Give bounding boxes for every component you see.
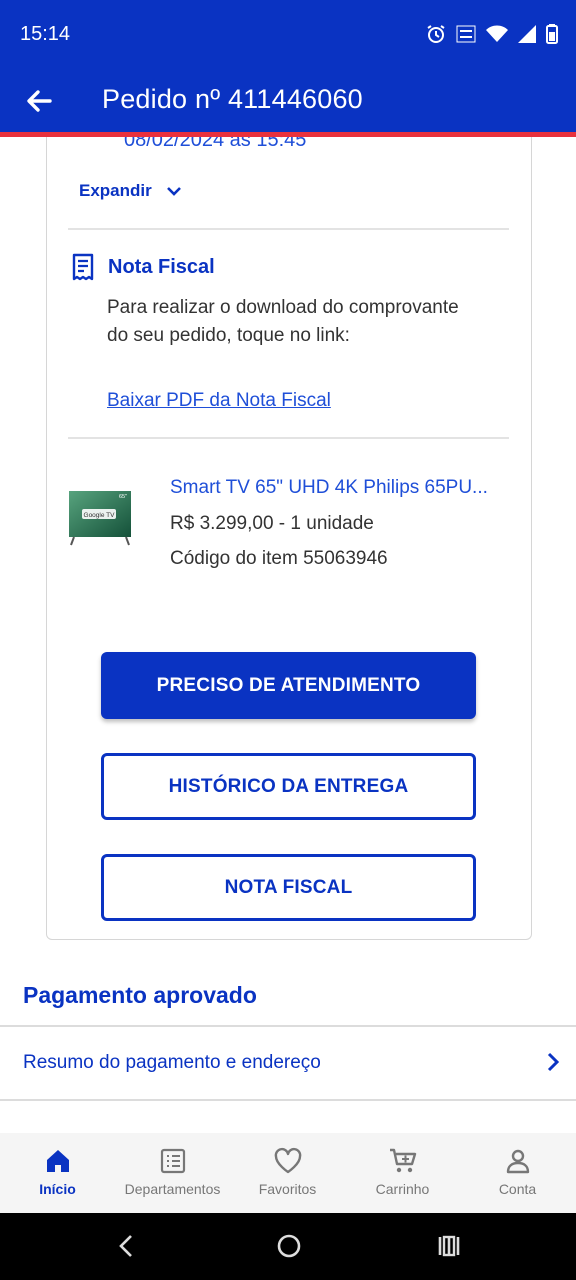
order-date: 08/02/2024 às 15:45 xyxy=(124,137,307,151)
nav-label: Conta xyxy=(498,1181,537,1197)
system-recents-icon[interactable] xyxy=(436,1233,462,1259)
page-title: Pedido nº 411446060 xyxy=(102,84,363,114)
divider xyxy=(68,437,509,439)
nav-item-carrinho[interactable]: Carrinho xyxy=(345,1133,460,1213)
divider xyxy=(0,1025,576,1027)
heart-icon xyxy=(274,1147,301,1174)
alarm-icon xyxy=(427,25,445,43)
product-image-badge: 65" xyxy=(119,494,127,500)
wifi-icon xyxy=(486,25,508,42)
app-bar: Pedido nº 411446060 xyxy=(0,70,576,132)
system-back-icon[interactable] xyxy=(116,1233,136,1259)
order-content[interactable]: 08/02/2024 às 15:45 Expandir Nota Fiscal… xyxy=(0,137,576,1133)
product-code: Código do item 55063946 xyxy=(170,548,388,569)
system-home-icon[interactable] xyxy=(276,1233,302,1259)
support-button[interactable]: PRECISO DE ATENDIMENTO xyxy=(101,652,476,719)
status-time: 15:14 xyxy=(20,23,71,45)
volte-icon xyxy=(456,25,476,43)
cart-icon xyxy=(389,1148,416,1173)
expand-button[interactable]: Expandir xyxy=(79,181,182,201)
nav-item-favoritos[interactable]: Favoritos xyxy=(230,1133,345,1213)
product-price: R$ 3.299,00 - 1 unidade xyxy=(170,513,374,534)
download-invoice-link[interactable]: Baixar PDF da Nota Fiscal xyxy=(107,390,331,412)
nav-item-departamentos[interactable]: Departamentos xyxy=(115,1133,230,1213)
chevron-down-icon xyxy=(166,187,181,196)
battery-icon xyxy=(546,24,558,44)
list-icon xyxy=(160,1148,185,1174)
signal-icon xyxy=(518,25,536,43)
payment-status-title: Pagamento aprovado xyxy=(23,982,257,1008)
nota-fiscal-description: Para realizar o download do comprovante … xyxy=(107,297,459,346)
divider xyxy=(68,228,509,230)
nav-label: Início xyxy=(39,1181,76,1197)
system-nav-bar xyxy=(0,1213,576,1280)
product-image: Google TV 65" xyxy=(69,491,131,546)
nav-item-conta[interactable]: Conta xyxy=(460,1133,575,1213)
receipt-icon xyxy=(72,253,94,281)
nav-label: Carrinho xyxy=(375,1181,430,1197)
nav-label: Departamentos xyxy=(124,1181,221,1197)
user-icon xyxy=(506,1149,529,1174)
divider xyxy=(0,1099,576,1101)
invoice-button[interactable]: NOTA FISCAL xyxy=(101,854,476,921)
home-icon xyxy=(46,1150,69,1172)
product-image-text: Google TV xyxy=(84,512,116,519)
status-icons xyxy=(426,24,558,44)
payment-summary-link[interactable]: Resumo do pagamento e endereço xyxy=(23,1052,321,1074)
bottom-nav: Início Departamentos Favoritos Carrinho … xyxy=(0,1133,576,1213)
nota-fiscal-header: Nota Fiscal xyxy=(70,253,215,281)
product-name-link[interactable]: Smart TV 65" UHD 4K Philips 65PU... xyxy=(170,477,510,499)
back-arrow-icon[interactable] xyxy=(22,84,56,118)
nav-label: Favoritos xyxy=(258,1181,317,1197)
nota-fiscal-title: Nota Fiscal xyxy=(108,255,215,278)
delivery-history-button[interactable]: HISTÓRICO DA ENTREGA xyxy=(101,753,476,820)
status-bar: 15:14 xyxy=(0,0,576,70)
expand-label: Expandir xyxy=(79,181,152,200)
nav-item-inicio[interactable]: Início xyxy=(0,1133,115,1213)
chevron-right-icon[interactable] xyxy=(546,1052,560,1072)
